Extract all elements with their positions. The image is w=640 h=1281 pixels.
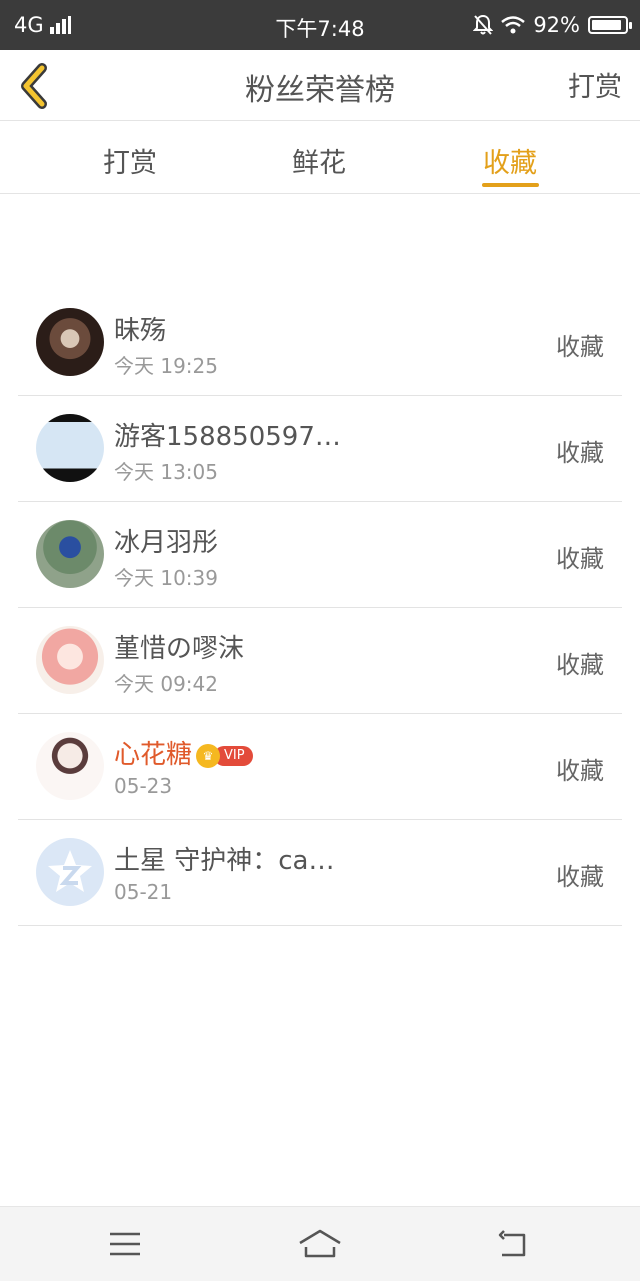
fan-action: 收藏 [556, 545, 604, 573]
avatar [36, 626, 104, 694]
crown-icon: ♛ [196, 743, 221, 768]
avatar [36, 520, 104, 588]
fan-name: 游客158850597… [114, 422, 341, 452]
avatar [36, 732, 104, 800]
fan-action: 收藏 [556, 333, 604, 361]
vip-badge: ♛ VIP [196, 743, 253, 768]
fan-name: 土星 守护神：ca… [114, 846, 335, 876]
fan-time: 05-23 [114, 774, 173, 798]
fan-name: 堇惜の嘐沫 [114, 634, 245, 664]
active-tab-indicator [482, 183, 539, 187]
battery-percent: 92% [533, 13, 580, 37]
default-avatar-icon [48, 850, 92, 892]
list-item[interactable]: 堇惜の嘐沫 今天 09:42 收藏 [18, 608, 622, 714]
fan-time: 今天 10:39 [114, 566, 218, 590]
home-button[interactable] [295, 1221, 345, 1267]
fan-action: 收藏 [556, 439, 604, 467]
reward-button[interactable]: 打赏 [568, 65, 622, 104]
list-item[interactable]: 冰月羽彤 今天 10:39 收藏 [18, 502, 622, 608]
status-right: 92% [473, 13, 632, 37]
navigation-bar: 粉丝荣誉榜 打赏 [0, 50, 640, 121]
fan-time: 05-21 [114, 880, 173, 904]
list-item[interactable]: 土星 守护神：ca… 05-21 收藏 [18, 820, 622, 926]
list-item[interactable]: 游客158850597… 今天 13:05 收藏 [18, 396, 622, 502]
page-title: 粉丝荣誉榜 [245, 73, 395, 108]
fan-action: 收藏 [556, 757, 604, 785]
list-item[interactable]: 昧殇 今天 19:25 收藏 [18, 290, 622, 396]
status-bar: 4G 下午7:48 92% [0, 0, 640, 50]
tab-flowers[interactable]: 鲜花 [292, 141, 346, 180]
tab-favorites[interactable]: 收藏 [483, 141, 537, 180]
fan-action: 收藏 [556, 863, 604, 891]
avatar [36, 414, 104, 482]
menu-button[interactable] [100, 1221, 150, 1267]
home-icon [299, 1229, 341, 1258]
fan-name: 冰月羽彤 [114, 528, 219, 558]
tab-bar: 打赏 鲜花 收藏 [0, 121, 640, 194]
list-item[interactable]: 心花糖 ♛ VIP 05-23 收藏 [18, 714, 622, 820]
avatar [36, 838, 104, 906]
tab-reward[interactable]: 打赏 [103, 141, 157, 180]
fans-list: 昧殇 今天 19:25 收藏 游客158850597… 今天 13:05 收藏 … [18, 290, 622, 926]
back-nav-button[interactable] [490, 1221, 540, 1267]
fan-name-vip: 心花糖 ♛ VIP [114, 734, 253, 771]
fan-time: 今天 19:25 [114, 354, 218, 378]
mute-bell-icon [473, 14, 494, 35]
fan-action: 收藏 [556, 651, 604, 679]
menu-icon [110, 1232, 140, 1256]
fan-time: 今天 13:05 [114, 460, 218, 484]
fan-name: 心花糖 [114, 740, 193, 770]
avatar [36, 308, 104, 376]
fan-time: 今天 09:42 [114, 672, 218, 696]
system-nav-bar [0, 1206, 640, 1281]
return-icon [498, 1230, 526, 1257]
battery-fill [592, 20, 621, 30]
wifi-icon [501, 16, 526, 34]
battery-icon [588, 16, 632, 34]
fan-name: 昧殇 [114, 316, 167, 346]
